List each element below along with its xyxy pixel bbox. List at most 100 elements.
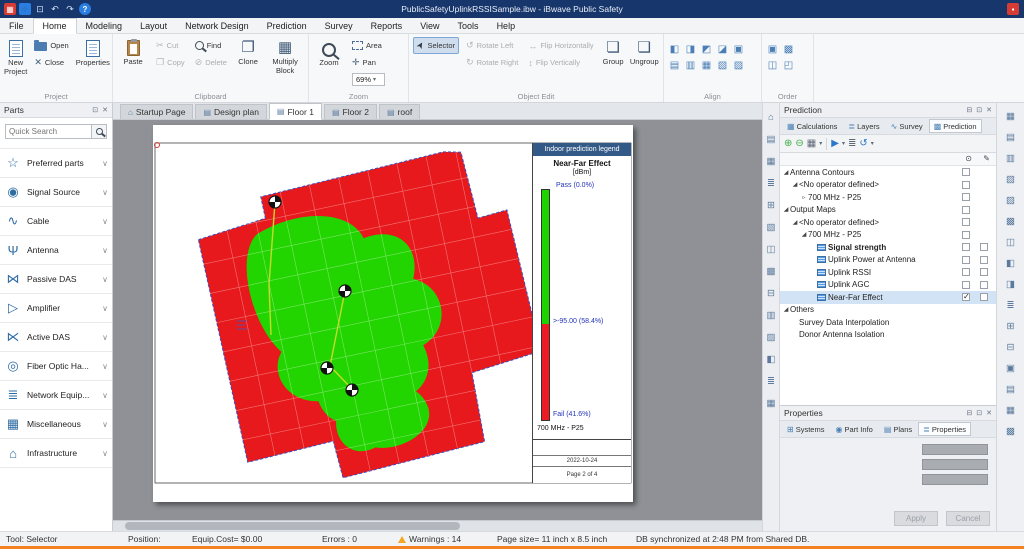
brand-badge-icon[interactable]: ▪ [1007, 3, 1019, 15]
chevron-down-icon[interactable]: ∨ [102, 362, 108, 371]
chevron-down-icon[interactable]: ∨ [102, 217, 108, 226]
tool-icon[interactable]: ≣ [764, 375, 778, 388]
status-errors[interactable]: Errors : 0 [322, 534, 357, 544]
tree-row[interactable]: Uplink Power at Antenna [780, 254, 996, 267]
menu-item[interactable]: Home [33, 18, 77, 34]
chevron-down-icon[interactable]: ∨ [102, 333, 108, 342]
tool-icon[interactable]: ▥ [1004, 152, 1018, 165]
tree-expander-icon[interactable]: ▹ [800, 194, 808, 201]
apply-button[interactable]: Apply [894, 511, 938, 526]
visibility-checkbox[interactable] [962, 281, 970, 289]
canvas-viewport[interactable]: Indoor prediction legend Near-Far Effect… [113, 120, 762, 531]
edit-checkbox[interactable] [980, 293, 988, 301]
group-button[interactable]: ❏Group [601, 37, 626, 91]
rotate-left-button[interactable]: ↺Rotate Left [463, 37, 521, 54]
list-icon[interactable]: ≣ [848, 139, 856, 149]
menu-item[interactable]: Network Design [176, 18, 258, 33]
help-icon[interactable]: ? [79, 3, 91, 15]
align-tool-icon[interactable]: ◩ [700, 43, 713, 56]
chevron-down-icon[interactable]: ∨ [102, 159, 108, 168]
tree-row[interactable]: Near-Far Effect [780, 291, 996, 304]
align-tool-icon[interactable]: ◧ [668, 43, 681, 56]
pin-icon[interactable]: ⊡ [976, 409, 982, 417]
tool-icon[interactable]: ◧ [764, 353, 778, 366]
chevron-down-icon[interactable]: ∨ [102, 246, 108, 255]
align-tool-icon[interactable]: ▦ [700, 59, 713, 72]
tree-expander-icon[interactable]: ◢ [782, 169, 790, 176]
status-warnings[interactable]: Warnings : 14 [398, 534, 461, 544]
tree-row[interactable]: ▹ 700 MHz - P25 [780, 191, 996, 204]
properties-button[interactable]: Properties [76, 37, 110, 91]
close-icon[interactable]: ✕ [986, 409, 992, 417]
refresh-icon[interactable]: ↺ [859, 139, 867, 149]
minimize-icon[interactable]: ⊟ [966, 106, 972, 114]
pan-button[interactable]: ✛Pan [349, 54, 385, 71]
antenna-symbol[interactable] [339, 285, 351, 297]
menu-item[interactable]: Tools [449, 18, 488, 33]
parts-category-item[interactable]: ≣ Network Equip... ∨ [0, 381, 112, 410]
properties-panel-tab[interactable]: ⊞ Systems [782, 422, 829, 436]
tree-expander-icon[interactable]: ◢ [782, 306, 790, 313]
close-button[interactable]: ✕Close [31, 54, 71, 71]
edit-checkbox[interactable] [980, 256, 988, 264]
tool-icon[interactable]: ▦ [1004, 110, 1018, 123]
tool-icon[interactable]: ▩ [764, 265, 778, 278]
tool-icon[interactable]: ▧ [764, 221, 778, 234]
prediction-panel-tab[interactable]: ∿ Survey [886, 119, 928, 133]
tool-icon[interactable]: ◫ [1004, 236, 1018, 249]
prediction-panel-tab[interactable]: ▦ Calculations [782, 119, 842, 133]
menu-item[interactable]: Help [488, 18, 525, 33]
tool-icon[interactable]: ▩ [1004, 425, 1018, 438]
chevron-down-icon[interactable]: ∨ [102, 188, 108, 197]
prediction-panel-tab[interactable]: ≣ Layers [843, 119, 884, 133]
horizontal-scrollbar[interactable] [113, 520, 762, 531]
menu-item[interactable]: Prediction [258, 18, 316, 33]
find-button[interactable]: Find [192, 37, 230, 54]
tool-icon[interactable]: ⊟ [1004, 341, 1018, 354]
tree-row[interactable]: ◢ 700 MHz - P25 [780, 229, 996, 242]
tool-icon[interactable]: ▧ [1004, 173, 1018, 186]
cancel-button[interactable]: Cancel [946, 511, 990, 526]
zoom-level-dropdown[interactable]: 69%▾ [352, 73, 385, 86]
chevron-down-icon[interactable]: ∨ [102, 304, 108, 313]
tree-row[interactable]: ◢ Others [780, 304, 996, 317]
document-tab[interactable]: ▤ Design plan [195, 104, 266, 119]
pin-icon[interactable]: ⊡ [92, 106, 98, 114]
order-tool-icon[interactable]: ▩ [782, 43, 795, 56]
tree-row[interactable]: ◢ Antenna Contours [780, 166, 996, 179]
open-button[interactable]: Open [31, 37, 71, 54]
chevron-down-icon[interactable]: ▾ [871, 140, 874, 147]
chevron-down-icon[interactable]: ∨ [102, 449, 108, 458]
chevron-down-icon[interactable]: ▾ [842, 140, 845, 147]
align-tool-icon[interactable]: ▧ [716, 59, 729, 72]
parts-category-item[interactable]: ⋈ Passive DAS ∨ [0, 265, 112, 294]
tree-row[interactable]: Uplink AGC [780, 279, 996, 292]
selector-button[interactable]: ➤Selector [413, 37, 459, 54]
parts-category-item[interactable]: ⋉ Active DAS ∨ [0, 323, 112, 352]
visibility-checkbox[interactable] [962, 243, 970, 251]
parts-category-item[interactable]: ☆ Preferred parts ∨ [0, 149, 112, 178]
antenna-symbol[interactable] [321, 362, 333, 374]
parts-category-item[interactable]: ◎ Fiber Optic Ha... ∨ [0, 352, 112, 381]
quick-search-input[interactable] [6, 125, 91, 138]
tool-icon[interactable]: ▨ [1004, 194, 1018, 207]
tool-icon[interactable]: ▤ [764, 133, 778, 146]
close-icon[interactable]: ✕ [986, 106, 992, 114]
menu-item[interactable]: View [411, 18, 448, 33]
property-value-field[interactable] [922, 474, 988, 485]
scrollbar-thumb[interactable] [125, 522, 460, 530]
cut-button[interactable]: ✂Cut [153, 37, 188, 54]
clone-button[interactable]: ❐Clone [234, 37, 262, 91]
flip-horizontal-button[interactable]: ↔Flip Horizontally [525, 37, 596, 54]
tree-expander-icon[interactable]: ◢ [800, 231, 808, 238]
properties-panel-tab[interactable]: ≣ Properties [918, 422, 971, 436]
visibility-checkbox[interactable] [962, 231, 970, 239]
menu-item[interactable]: Modeling [77, 18, 132, 33]
area-button[interactable]: Area [349, 37, 385, 54]
tool-icon[interactable]: ▤ [1004, 131, 1018, 144]
align-tool-icon[interactable]: ◨ [684, 43, 697, 56]
grid-icon[interactable]: ▦ [807, 139, 816, 149]
align-tool-icon[interactable]: ▣ [732, 43, 745, 56]
chevron-down-icon[interactable]: ∨ [102, 391, 108, 400]
tree-row[interactable]: Signal strength [780, 241, 996, 254]
